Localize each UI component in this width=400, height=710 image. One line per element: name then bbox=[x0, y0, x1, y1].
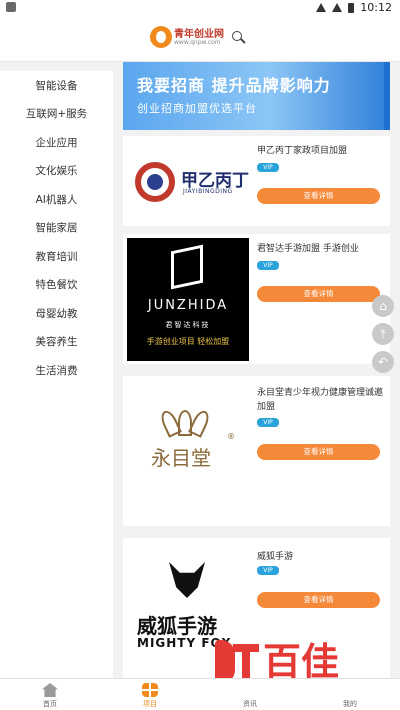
site-logo[interactable]: 青年创业网 www.qnpw.com bbox=[150, 25, 230, 53]
sidebar-item-entertainment[interactable]: 文化娱乐 bbox=[0, 158, 113, 184]
vip-badge: VIP bbox=[257, 418, 279, 427]
logo-brand: 威狐手游 bbox=[137, 614, 217, 638]
logo-brand: 永目堂 bbox=[151, 446, 211, 470]
j-logo-icon bbox=[171, 244, 203, 290]
logo-text: 青年创业网 bbox=[174, 29, 224, 40]
home-icon[interactable]: ⌂ bbox=[372, 295, 394, 317]
status-bar: 10:12 bbox=[0, 0, 400, 16]
view-details-button[interactable]: 查看详情 bbox=[257, 286, 380, 302]
sidebar-item-smart-home[interactable]: 智能家居 bbox=[0, 215, 113, 241]
vip-badge: VIP bbox=[257, 163, 279, 172]
nav-projects[interactable]: 项目 bbox=[125, 681, 175, 709]
view-details-button[interactable]: 查看详情 bbox=[257, 592, 380, 608]
project-logo-image[interactable]: JUNZHIDA 君智达科技 手游创业项目 轻松加盟 bbox=[127, 238, 249, 361]
project-list: 我要招商 提升品牌影响力 创业招商加盟优选平台 甲乙丙丁 JIAYIBINGDI… bbox=[123, 62, 390, 678]
project-card[interactable]: 甲乙丙丁 JIAYIBINGDING 甲乙丙丁家政项目加盟 VIP 查看详情 bbox=[123, 136, 390, 226]
registered-mark: ® bbox=[227, 432, 235, 441]
banner-subtitle: 创业招商加盟优选平台 bbox=[137, 102, 257, 115]
project-title[interactable]: 甲乙丙丁家政项目加盟 bbox=[257, 144, 383, 158]
lotus-logo-icon bbox=[158, 408, 212, 438]
nav-home[interactable]: 首页 bbox=[25, 681, 75, 709]
project-logo-image[interactable]: 永目堂 ® bbox=[127, 388, 249, 488]
back-to-top-icon[interactable]: ⤒ bbox=[372, 323, 394, 345]
project-card[interactable]: JUNZHIDA 君智达科技 手游创业项目 轻松加盟 君智达手游加盟 手游创业 … bbox=[123, 234, 390, 364]
project-title[interactable]: 君智达手游加盟 手游创业 bbox=[257, 242, 383, 256]
app-header: 青年创业网 www.qnpw.com bbox=[0, 16, 400, 62]
signal-icon bbox=[332, 3, 343, 12]
sidebar-item-smart-devices[interactable]: 智能设备 bbox=[0, 73, 113, 99]
fox-logo-icon bbox=[169, 562, 205, 598]
nav-label: 项目 bbox=[143, 700, 157, 708]
logo-brand-cn: 君智达科技 bbox=[165, 321, 211, 329]
nav-mine[interactable]: 我的 bbox=[325, 681, 375, 709]
vip-badge: VIP bbox=[257, 261, 279, 270]
wifi-icon bbox=[316, 3, 327, 12]
bottom-nav: 首页 项目 资讯 我的 bbox=[0, 678, 400, 710]
user-icon bbox=[342, 683, 358, 697]
sidebar-item-catering[interactable]: 特色餐饮 bbox=[0, 272, 113, 298]
project-card[interactable]: 永目堂 ® 永目堂青少年视力健康管理诚邀加盟 VIP 查看详情 bbox=[123, 376, 390, 526]
sidebar-item-internet-services[interactable]: 互联网+服务 bbox=[0, 101, 113, 127]
banner-title: 我要招商 提升品牌影响力 bbox=[137, 76, 331, 95]
sidebar-item-enterprise-apps[interactable]: 企业应用 bbox=[0, 130, 113, 156]
battery-icon bbox=[348, 2, 355, 13]
view-details-button[interactable]: 查看详情 bbox=[257, 444, 380, 460]
nav-news[interactable]: 资讯 bbox=[225, 681, 275, 709]
sidebar-item-lifestyle[interactable]: 生活消费 bbox=[0, 358, 113, 384]
promo-banner[interactable]: 我要招商 提升品牌影响力 创业招商加盟优选平台 bbox=[123, 62, 390, 130]
sidebar-item-mother-baby[interactable]: 母婴幼教 bbox=[0, 301, 113, 327]
logo-slogan: 手游创业项目 轻松加盟 bbox=[146, 337, 230, 346]
sidebar-item-ai-robots[interactable]: AI机器人 bbox=[0, 187, 113, 213]
nav-label: 资讯 bbox=[243, 700, 257, 708]
search-icon[interactable] bbox=[232, 31, 246, 45]
notification-icon bbox=[6, 2, 16, 12]
flower-logo-icon bbox=[135, 162, 175, 202]
logo-mark-icon bbox=[150, 26, 172, 48]
sidebar-item-beauty[interactable]: 美容养生 bbox=[0, 329, 113, 355]
nav-label: 我的 bbox=[343, 700, 357, 708]
status-time: 10:12 bbox=[360, 1, 392, 14]
view-details-button[interactable]: 查看详情 bbox=[257, 188, 380, 204]
project-title[interactable]: 永目堂青少年视力健康管理诚邀加盟 bbox=[257, 386, 383, 414]
logo-pinyin: JIAYIBINGDING bbox=[183, 188, 233, 195]
home-icon bbox=[42, 683, 58, 697]
news-icon bbox=[242, 683, 258, 697]
sidebar-item-education[interactable]: 教育培训 bbox=[0, 244, 113, 270]
nav-label: 首页 bbox=[43, 700, 57, 708]
back-icon[interactable]: ↶ bbox=[372, 351, 394, 373]
banner-decoration bbox=[384, 62, 390, 130]
status-icons: 10:12 bbox=[316, 1, 392, 14]
logo-url: www.qnpw.com bbox=[174, 39, 221, 46]
project-title[interactable]: 威狐手游 bbox=[257, 550, 383, 564]
logo-brand: JUNZHIDA bbox=[147, 298, 229, 313]
grid-icon bbox=[142, 683, 158, 697]
project-logo-image[interactable]: 甲乙丙丁 JIAYIBINGDING bbox=[127, 140, 249, 222]
category-sidebar: 智能设备 互联网+服务 企业应用 文化娱乐 AI机器人 智能家居 教育培训 特色… bbox=[0, 71, 113, 678]
vip-badge: VIP bbox=[257, 566, 279, 575]
